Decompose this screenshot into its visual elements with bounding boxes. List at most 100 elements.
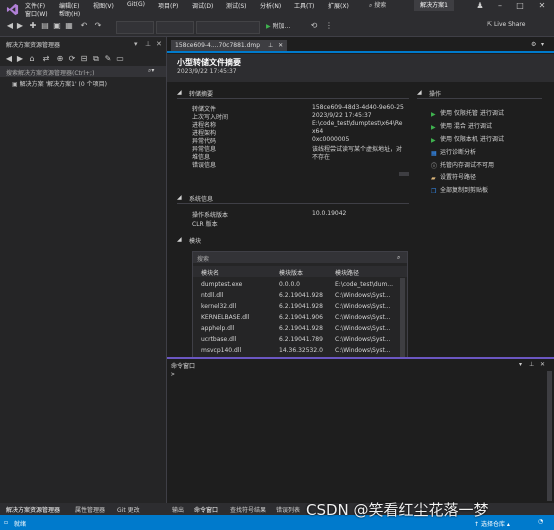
maximize-icon[interactable]: □ xyxy=(510,0,530,11)
kv-key: 操作系统版本 xyxy=(192,212,229,219)
menu-git[interactable]: Git(G) xyxy=(127,1,145,8)
properties-wrench-icon[interactable]: ✎ xyxy=(104,55,112,63)
table-row[interactable]: ntdll.dll 6.2.19041.928 C:\Windows\Syst.… xyxy=(193,291,399,302)
tab-close-icon[interactable]: ✕ xyxy=(278,42,283,49)
debug-managed-action[interactable]: ▶ 使用 仅限托管 进行调试 xyxy=(431,108,504,118)
solution-search-input[interactable]: 搜索解决方案资源管理器(Ctrl+;) ⌕▾ xyxy=(0,66,166,77)
select-repository-button[interactable]: ↑ 选择仓库 ▴ xyxy=(474,519,510,528)
startup-item-combo[interactable] xyxy=(196,21,260,34)
global-search[interactable]: ⌕ 搜索 xyxy=(369,0,407,11)
save-all-icon[interactable]: ▦ xyxy=(65,22,73,30)
tab-error-list[interactable]: 错误列表 xyxy=(276,505,300,514)
tab-find-symbol-results[interactable]: 查找符号结果 xyxy=(230,505,266,514)
debug-mixed-action[interactable]: ▶ 使用 混合 进行调试 xyxy=(431,121,504,131)
solution-name-badge[interactable]: 解决方案1 xyxy=(414,0,454,11)
copy-all-action[interactable]: ❐ 全部复制到剪贴板 xyxy=(431,185,504,195)
attach-button[interactable]: ▶ 附加... xyxy=(266,21,290,30)
pin-icon[interactable]: ⊥ xyxy=(145,40,151,48)
redo-icon[interactable]: ↷ xyxy=(94,22,102,30)
solution-tree-root[interactable]: ▣ 解决方案 '解决方案1' (0 个项目) xyxy=(12,79,107,88)
close-icon[interactable]: ✕ xyxy=(532,0,552,11)
tab-output[interactable]: 输出 xyxy=(172,505,184,514)
sync-icon[interactable]: ⟳ xyxy=(68,55,76,63)
command-scrollbar[interactable] xyxy=(547,371,552,501)
tab-property-manager[interactable]: 属性管理器 xyxy=(75,505,105,514)
document-tab[interactable]: 158ce609-4....70c7881.dmp ⊥ ✕ xyxy=(171,40,288,51)
configuration-combo[interactable] xyxy=(116,21,154,34)
system-info-heading: 系统信息 xyxy=(189,196,214,203)
column-header-path[interactable]: 模块路径 xyxy=(335,268,359,277)
forward-icon[interactable]: ▶ xyxy=(16,22,24,30)
table-row[interactable]: KERNELBASE.dll 6.2.19041.906 C:\Windows\… xyxy=(193,313,399,324)
menu-debug[interactable]: 调试(D) xyxy=(192,1,213,10)
platform-combo[interactable] xyxy=(156,21,194,34)
panel-menu-icon[interactable]: ▾ xyxy=(134,40,138,48)
tab-overflow-icon[interactable]: ▾ xyxy=(541,41,544,48)
preview-icon[interactable]: ▭ xyxy=(116,55,124,63)
home-icon[interactable]: ⌂ xyxy=(28,55,36,63)
pin-icon[interactable]: ⊥ xyxy=(529,361,534,368)
modules-search-input[interactable]: 搜索 ⌕ xyxy=(193,252,407,263)
menu-test[interactable]: 测试(S) xyxy=(226,1,247,10)
panel-menu-icon[interactable]: ▾ xyxy=(519,361,522,368)
collapse-icon[interactable]: ◢ xyxy=(177,236,182,243)
hot-reload-icon[interactable]: ⟲ xyxy=(310,22,318,30)
table-row[interactable]: dumptest.exe 0.0.0.0 E:\code_test\dum... xyxy=(193,280,399,291)
panel-close-icon[interactable]: ✕ xyxy=(540,361,545,368)
panel-close-icon[interactable]: ✕ xyxy=(156,40,162,48)
minimize-icon[interactable]: – xyxy=(490,0,510,11)
menu-extensions[interactable]: 扩展(X) xyxy=(328,1,349,10)
notifications-bell-icon[interactable]: ◔ xyxy=(538,518,543,525)
user-icon[interactable]: ♟ xyxy=(470,0,490,11)
menu-window[interactable]: 窗口(W) xyxy=(25,9,48,18)
save-icon[interactable]: ▣ xyxy=(53,22,61,30)
menu-help[interactable]: 帮助(H) xyxy=(59,9,80,18)
table-row[interactable]: apphelp.dll 6.2.19041.928 C:\Windows\Sys… xyxy=(193,324,399,335)
toolbar-overflow-icon[interactable]: ⋮ xyxy=(325,22,333,30)
column-header-name[interactable]: 模块名 xyxy=(201,268,219,277)
play-icon: ▶ xyxy=(431,137,436,144)
command-prompt[interactable]: > xyxy=(171,371,175,378)
tab-solution-explorer[interactable]: 解决方案资源管理器 xyxy=(6,505,60,514)
open-folder-icon[interactable]: ▤ xyxy=(41,22,49,30)
back-icon[interactable]: ◀ xyxy=(6,22,14,30)
nav-forward-icon[interactable]: ▶ xyxy=(16,55,24,63)
pending-filter-icon[interactable]: ⊕ xyxy=(56,55,64,63)
settings-gear-icon[interactable]: ⚙ xyxy=(531,41,536,48)
collapse-icon[interactable]: ◢ xyxy=(177,194,182,201)
search-icon: ⌕ xyxy=(397,254,401,261)
menu-project[interactable]: 项目(P) xyxy=(158,1,178,10)
menu-tools[interactable]: 工具(T) xyxy=(294,1,314,10)
horizontal-scrollbar[interactable] xyxy=(399,172,409,176)
live-share-button[interactable]: ⇱ Live Share xyxy=(487,21,525,28)
menu-analyze[interactable]: 分析(N) xyxy=(260,1,281,10)
pin-icon[interactable]: ⊥ xyxy=(268,42,273,49)
section-divider xyxy=(417,98,542,99)
undo-icon[interactable]: ↶ xyxy=(80,22,88,30)
set-symbol-path-action[interactable]: ▰ 设置符号路径 xyxy=(431,172,504,182)
tab-git-changes[interactable]: Git 更改 xyxy=(117,505,140,514)
table-row[interactable]: msvcp140.dll 14.36.32532.0 C:\Windows\Sy… xyxy=(193,346,399,357)
collapse-all-icon[interactable]: ⊟ xyxy=(80,55,88,63)
column-header-version[interactable]: 模块版本 xyxy=(279,268,303,277)
menu-view[interactable]: 视图(V) xyxy=(93,1,114,10)
switch-views-icon[interactable]: ⇄ xyxy=(42,55,50,63)
action-label: 使用 仅限托管 进行调试 xyxy=(440,110,504,117)
module-path: C:\Windows\Syst... xyxy=(335,347,391,354)
module-version: 6.2.19041.789 xyxy=(279,336,323,343)
copy-icon: ❐ xyxy=(431,188,437,195)
table-row[interactable]: kernel32.dll 6.2.19041.928 C:\Windows\Sy… xyxy=(193,302,399,313)
show-all-files-icon[interactable]: ⧉ xyxy=(92,55,100,63)
nav-back-icon[interactable]: ◀ xyxy=(5,55,13,63)
new-item-icon[interactable]: ✚ xyxy=(29,22,37,30)
collapse-icon[interactable]: ◢ xyxy=(177,89,182,96)
kv-value: 0xc0000005 xyxy=(312,136,350,143)
debug-native-action[interactable]: ▶ 使用 仅限本机 进行调试 xyxy=(431,134,504,144)
tab-command-window[interactable]: 命令窗口 xyxy=(194,505,218,514)
module-version: 0.0.0.0 xyxy=(279,281,300,288)
modules-scrollbar[interactable] xyxy=(400,278,405,358)
table-row[interactable]: ucrtbase.dll 6.2.19041.789 C:\Windows\Sy… xyxy=(193,335,399,346)
menu-bar: 文件(F) 编辑(E) 视图(V) Git(G) 项目(P) 调试(D) 测试(… xyxy=(0,0,554,18)
run-diagnostics-action[interactable]: ▦ 运行诊断分析 xyxy=(431,147,504,157)
collapse-icon[interactable]: ◢ xyxy=(417,89,422,96)
